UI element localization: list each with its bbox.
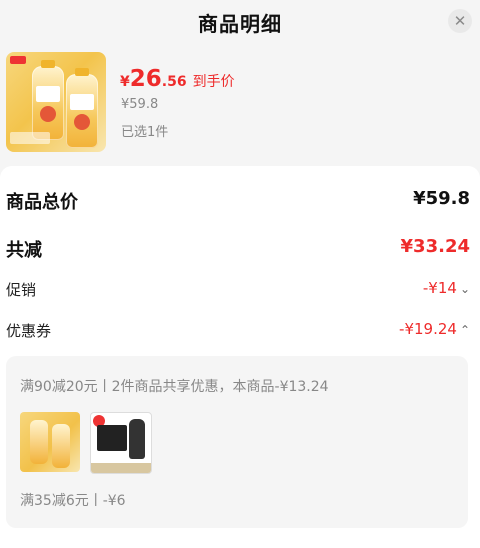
price-currency: ¥ (120, 74, 130, 90)
chevron-down-icon[interactable]: ⌄ (460, 282, 470, 296)
price-breakdown-card: 商品总价 ¥59.8 共减 ¥33.24 促销 -¥14 ⌄ 优惠券 -¥19.2… (0, 166, 480, 548)
sheet-title: 商品明细 (198, 12, 282, 36)
coupon-rule-1: 满90减20元丨2件商品共享优惠，本商品-¥13.24 (20, 379, 329, 395)
liquor-thumb[interactable] (90, 412, 152, 474)
promotion-label: 促销 (6, 281, 37, 299)
promotion-value: -¥14 (422, 279, 457, 297)
coupon-rule-2: 满35减6元丨-¥6 (20, 493, 126, 509)
coupon-detail-panel: 满90减20元丨2件商品共享优惠，本商品-¥13.24 满35减6元丨-¥6 (6, 356, 468, 528)
product-image[interactable] (6, 52, 106, 152)
sheet-header: 商品明细 ✕ (0, 0, 480, 44)
promotion-value-wrap[interactable]: -¥14 ⌄ (423, 279, 470, 297)
juice-thumb[interactable] (20, 412, 80, 472)
chevron-up-icon[interactable]: ⌃ (460, 323, 470, 337)
coupon-value: -¥19.24 (399, 320, 457, 338)
brand-tag (10, 56, 26, 64)
price-label: 到手价 (192, 74, 235, 90)
total-reduction-label: 共减 (6, 240, 42, 261)
coupon-label: 优惠券 (6, 322, 52, 340)
selected-count: 已选1件 (121, 125, 169, 140)
coupon-value-wrap[interactable]: -¥19.24 ⌃ (399, 320, 470, 338)
product-detail-sheet: 商品明细 ✕ ¥26.56 到手价 ¥59.8 已选1件 商品总价 ¥59.8 共… (0, 0, 480, 548)
price-integer: 26 (129, 66, 162, 92)
price-decimal: .56 (161, 74, 187, 90)
close-icon[interactable]: ✕ (448, 9, 472, 33)
original-price: ¥59.8 (121, 97, 159, 112)
image-caption (10, 132, 50, 144)
bottle-illustration (32, 60, 64, 140)
bottle-illustration (66, 68, 98, 148)
total-price-label: 商品总价 (6, 192, 78, 213)
product-summary: ¥26.56 到手价 ¥59.8 已选1件 (0, 44, 480, 164)
total-reduction-value: ¥33.24 (400, 236, 470, 257)
final-price: ¥26.56 到手价 (120, 66, 235, 92)
total-price-value: ¥59.8 (413, 188, 470, 209)
